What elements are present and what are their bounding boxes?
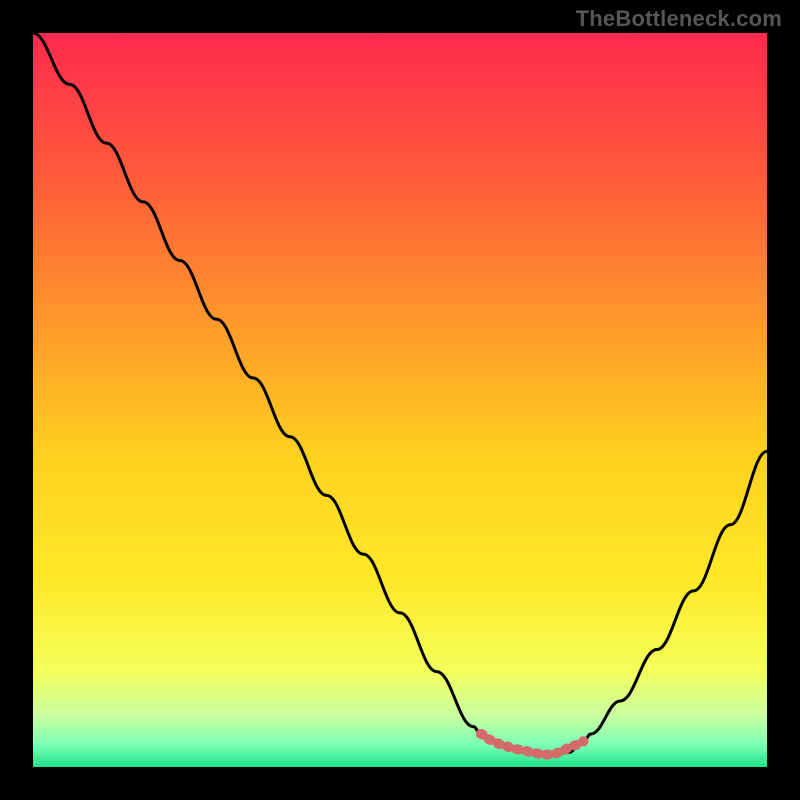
chart-frame: { "watermark": "TheBottleneck.com", "plo… bbox=[0, 0, 800, 800]
plot-background bbox=[33, 33, 767, 767]
watermark-text: TheBottleneck.com bbox=[576, 6, 782, 32]
bottleneck-chart bbox=[0, 0, 800, 800]
